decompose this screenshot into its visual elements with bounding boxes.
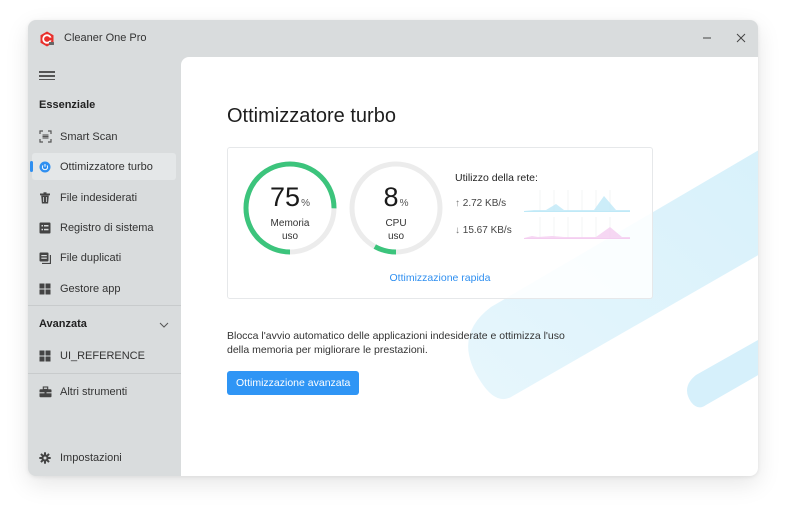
sidebar-item-label: Gestore app (60, 282, 121, 295)
description-text: Blocca l'avvio automatico delle applicaz… (227, 330, 565, 356)
sidebar-item-label: Smart Scan (60, 130, 118, 143)
app-title: Cleaner One Pro (64, 32, 147, 44)
page-title: Ottimizzatore turbo (227, 105, 396, 127)
sidebar-item-label: Altri strumenti (60, 385, 128, 398)
minimize-button[interactable] (694, 25, 720, 51)
sidebar: Essenziale Smart Scan Ottimizzatore turb… (28, 57, 181, 476)
cpu-usage-gauge: 8% CPU uso (346, 158, 446, 258)
section-label-advanced: Avanzata (39, 318, 87, 330)
advanced-optimize-button[interactable]: Ottimizzazione avanzata (227, 371, 360, 395)
toolbox-icon (38, 385, 52, 399)
main-content: Ottimizzatore turbo 75% Memoria uso 8% C… (181, 57, 758, 476)
minimize-icon (703, 37, 711, 39)
gear-icon (38, 451, 52, 465)
cleaner-one-logo-icon (40, 31, 54, 47)
sidebar-item-ui-reference[interactable]: UI_REFERENCE (32, 342, 176, 369)
memory-sublabel: uso (281, 231, 299, 242)
registry-list-icon (38, 221, 52, 235)
sidebar-item-label: File indesiderati (60, 191, 138, 204)
network-upload-row: ↑ 2.72 KB/s (455, 198, 506, 209)
trash-icon (38, 191, 52, 205)
memory-label: Memoria (270, 218, 310, 229)
network-usage-title: Utilizzo della rete: (455, 172, 538, 184)
memory-usage-gauge: 75% Memoria uso (240, 158, 340, 258)
sidebar-item-smart-scan[interactable]: Smart Scan (32, 123, 176, 150)
cpu-sublabel: uso (387, 231, 405, 242)
sidebar-item-label: Ottimizzatore turbo (60, 160, 153, 173)
sidebar-item-registry[interactable]: Registro di sistema (32, 214, 176, 241)
power-icon (38, 160, 52, 174)
duplicate-files-icon (38, 251, 52, 265)
upload-speed: 2.72 KB/s (462, 198, 507, 209)
sidebar-item-turbo-optimizer[interactable]: Ottimizzatore turbo (30, 153, 176, 180)
sidebar-item-label: UI_REFERENCE (60, 349, 145, 362)
sidebar-item-junk-files[interactable]: File indesiderati (32, 184, 176, 211)
sidebar-item-label: Impostazioni (60, 451, 122, 464)
quick-optimize-link[interactable]: Ottimizzazione rapida (228, 272, 652, 284)
sidebar-item-label: Registro di sistema (60, 221, 154, 234)
sidebar-divider (28, 373, 181, 374)
download-speed: 15.67 KB/s (462, 225, 512, 236)
sidebar-item-other-tools[interactable]: Altri strumenti (32, 378, 176, 405)
sidebar-item-duplicate-files[interactable]: File duplicati (32, 244, 176, 271)
close-icon (736, 33, 746, 43)
network-download-row: ↓ 15.67 KB/s (455, 225, 512, 236)
memory-value: 75% (270, 182, 310, 212)
sidebar-item-label: File duplicati (60, 251, 122, 264)
upload-arrow-icon: ↑ (455, 198, 460, 209)
cpu-value: 8% (383, 182, 409, 212)
usage-card: 75% Memoria uso 8% CPU uso Utilizzo dell… (227, 147, 653, 299)
menu-toggle-icon[interactable] (39, 69, 55, 83)
download-sparkline (524, 217, 630, 239)
sidebar-divider (28, 305, 181, 306)
download-arrow-icon: ↓ (455, 225, 460, 236)
chevron-down-icon[interactable] (158, 319, 170, 331)
active-indicator (30, 161, 33, 172)
app-window: Cleaner One Pro Essenziale Smart Scan Ot… (28, 20, 758, 476)
sidebar-item-settings[interactable]: Impostazioni (32, 444, 176, 471)
section-label-essential: Essenziale (39, 99, 96, 111)
title-bar[interactable]: Cleaner One Pro (28, 20, 758, 57)
cpu-label: CPU (385, 218, 407, 229)
sidebar-item-app-manager[interactable]: Gestore app (32, 275, 176, 302)
close-button[interactable] (728, 25, 754, 51)
upload-sparkline (524, 190, 630, 212)
app-grid-icon (38, 282, 52, 296)
scan-icon (38, 130, 52, 144)
app-grid-icon (38, 349, 52, 363)
